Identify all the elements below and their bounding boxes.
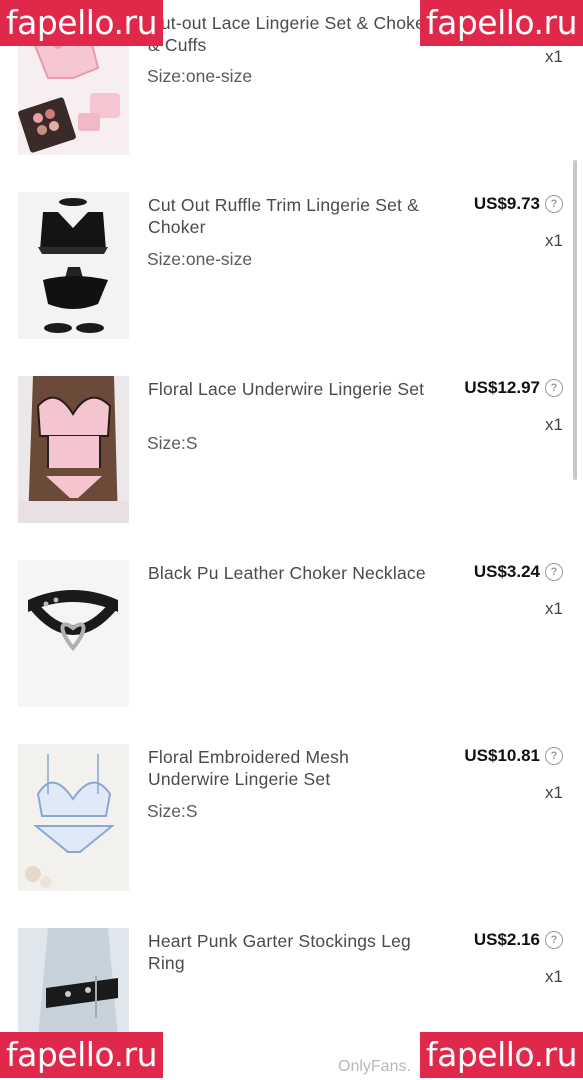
product-thumbnail[interactable] bbox=[18, 928, 129, 1038]
product-title[interactable]: Floral Lace Underwire Lingerie Set bbox=[148, 378, 433, 400]
product-size: Size:S bbox=[147, 801, 198, 821]
list-item[interactable]: Floral Embroidered Mesh Underwire Linger… bbox=[0, 744, 583, 894]
list-item[interactable]: Cut Out Ruffle Trim Lingerie Set & Choke… bbox=[0, 192, 583, 342]
price-help-icon[interactable]: ? bbox=[545, 931, 563, 949]
list-item[interactable]: Floral Lace Underwire Lingerie Set Size:… bbox=[0, 376, 583, 526]
product-title[interactable]: Floral Embroidered Mesh Underwire Linger… bbox=[148, 746, 433, 790]
watermark-top-left: fapello.ru bbox=[0, 0, 164, 46]
footer-brand-text: OnlyFans. bbox=[338, 1058, 411, 1075]
product-price: US$3.24 bbox=[473, 562, 540, 581]
product-quantity: x1 bbox=[545, 415, 563, 434]
product-thumbnail[interactable] bbox=[18, 560, 129, 707]
product-size: Size:one-size bbox=[147, 249, 253, 269]
product-price: US$12.97 bbox=[464, 378, 540, 397]
product-size: Size:S bbox=[147, 433, 198, 453]
list-item[interactable]: Black Pu Leather Choker Necklace US$3.24… bbox=[0, 560, 583, 710]
price-help-icon[interactable]: ? bbox=[545, 195, 563, 213]
price-help-icon[interactable]: ? bbox=[545, 379, 563, 397]
product-thumbnail[interactable] bbox=[18, 192, 129, 339]
price-help-icon[interactable]: ? bbox=[545, 563, 563, 581]
watermark-bottom-left: fapello.ru bbox=[0, 1032, 164, 1078]
scrollbar[interactable] bbox=[573, 160, 577, 480]
product-quantity: x1 bbox=[545, 47, 563, 66]
product-title[interactable]: Black Pu Leather Choker Necklace bbox=[148, 562, 433, 584]
watermark-top-right: fapello.ru bbox=[419, 0, 583, 46]
product-thumbnail[interactable] bbox=[18, 744, 129, 891]
product-price: US$9.73 bbox=[473, 194, 540, 213]
price-help-icon[interactable]: ? bbox=[545, 747, 563, 765]
product-thumbnail[interactable] bbox=[18, 376, 129, 523]
product-title[interactable]: Cut Out Ruffle Trim Lingerie Set & Choke… bbox=[148, 194, 433, 238]
product-price: US$10.81 bbox=[464, 746, 540, 765]
product-quantity: x1 bbox=[545, 967, 563, 986]
product-size: Size:one-size bbox=[147, 66, 253, 86]
product-quantity: x1 bbox=[545, 599, 563, 618]
product-title[interactable]: Cut-out Lace Lingerie Set & Choker & Cuf… bbox=[148, 12, 433, 56]
product-quantity: x1 bbox=[545, 231, 563, 250]
product-quantity: x1 bbox=[545, 783, 563, 802]
product-title[interactable]: Heart Punk Garter Stockings Leg Ring bbox=[148, 930, 433, 974]
watermark-bottom-right: fapello.ru bbox=[419, 1032, 583, 1078]
product-price: US$2.16 bbox=[473, 930, 540, 949]
